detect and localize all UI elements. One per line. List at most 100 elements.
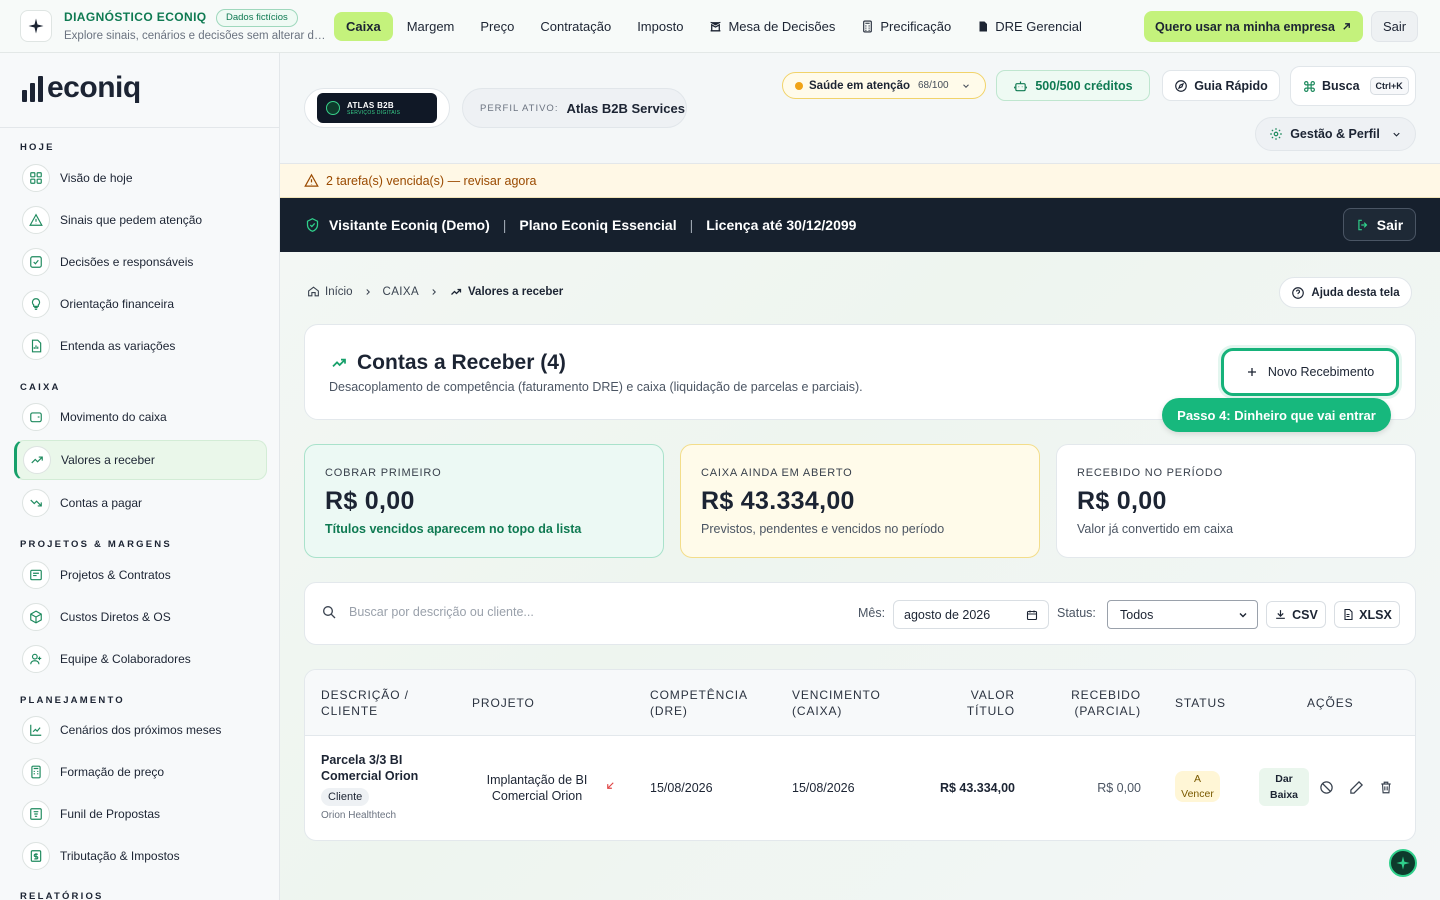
sidebar-item-equipe[interactable]: Equipe & Colaboradores <box>14 640 267 678</box>
license-date: Licença até 30/12/2099 <box>706 217 857 233</box>
sidebar-item-cenarios[interactable]: Cenários dos próximos meses <box>14 711 267 749</box>
export-csv-button[interactable]: CSV <box>1266 601 1326 628</box>
user-icon <box>22 645 50 673</box>
topnav-imposto[interactable]: Imposto <box>625 12 695 41</box>
help-label: Ajuda desta tela <box>1311 286 1400 299</box>
new-receivable-label: Novo Recebimento <box>1267 365 1375 379</box>
quick-guide-button[interactable]: Guia Rápido <box>1162 70 1280 101</box>
column-header-competence[interactable]: COMPETÊNCIA (DRE) <box>650 687 748 719</box>
sidebar-item-projetos-contratos[interactable]: Projetos & Contratos <box>14 556 267 594</box>
page-description: Desacoplamento de competência (faturamen… <box>329 380 863 394</box>
use-in-my-company-button[interactable]: Quero usar na minha empresa <box>1144 11 1363 42</box>
breadcrumb-home[interactable]: Início <box>307 285 353 298</box>
trend-down-icon <box>22 489 50 517</box>
sidebar-item-movimento-caixa[interactable]: Movimento do caixa <box>14 398 267 436</box>
status-select[interactable]: Todos <box>1107 600 1258 629</box>
banner-logout-button[interactable]: Sair <box>1343 208 1416 241</box>
trash-icon[interactable] <box>1377 778 1395 796</box>
topnav-mesa-de-decisoes[interactable]: Mesa de Decisões <box>697 12 847 41</box>
kpi-subtitle: Valor já convertido em caixa <box>1077 522 1234 536</box>
receivables-table: DESCRIÇÃO / CLIENTE PROJETO COMPETÊNCIA … <box>304 669 1416 841</box>
row-project[interactable]: Implantação de BI Comercial Orion <box>481 772 593 804</box>
trend-up-icon <box>449 286 463 298</box>
search-input[interactable]: Buscar por descrição ou cliente... <box>321 604 534 620</box>
sidebar-item-tributacao[interactable]: Tributação & Impostos <box>14 837 267 875</box>
topnav-label: Preço <box>480 19 515 34</box>
calculator-icon <box>22 758 50 786</box>
header-line: RECEBIDO <box>1071 688 1141 702</box>
search-placeholder: Buscar por descrição ou cliente... <box>349 605 534 619</box>
sidebar-item-decisoes[interactable]: Decisões e responsáveis <box>14 243 267 281</box>
xlsx-label: XLSX <box>1359 607 1392 622</box>
health-status-dropdown[interactable]: Saúde em atenção 68/100 <box>782 72 986 99</box>
overdue-text: 2 tarefa(s) vencida(s) — revisar agora <box>326 173 537 188</box>
search-label: Busca <box>1322 79 1360 93</box>
topnav-contratacao[interactable]: Contratação <box>528 12 623 41</box>
project-link-arrow-icon[interactable] <box>605 780 616 791</box>
management-profile-dropdown[interactable]: Gestão & Perfil <box>1255 117 1416 151</box>
kpi-card-open-cash: CAIXA AINDA EM ABERTO R$ 43.334,00 Previ… <box>680 444 1040 558</box>
shield-check-icon <box>305 217 320 233</box>
sidebar-item-custos-diretos[interactable]: Custos Diretos & OS <box>14 598 267 636</box>
topnav-precificacao[interactable]: Precificação <box>849 12 963 41</box>
topnav-caixa[interactable]: Caixa <box>334 12 393 41</box>
sidebar-item-valores-a-receber[interactable]: Valores a receber <box>14 440 267 480</box>
plan-name: Plano Econiq Essencial <box>519 217 677 233</box>
top-logout-button[interactable]: Sair <box>1371 11 1418 42</box>
divider <box>0 127 279 128</box>
company-logo: ATLAS B2B SERVIÇOS DIGITAIS <box>317 93 437 123</box>
topnav-label: Margem <box>406 19 455 34</box>
active-profile[interactable]: PERFIL ATIVO: Atlas B2B Services <box>462 88 687 128</box>
sidebar-item-formacao-preco[interactable]: Formação de preço <box>14 753 267 791</box>
header-line: CLIENTE <box>321 704 378 718</box>
cancel-icon[interactable] <box>1317 778 1335 796</box>
status-line: Vencer <box>1181 788 1214 800</box>
new-receivable-button[interactable]: Novo Recebimento <box>1221 348 1399 396</box>
sidebar-item-label: Valores a receber <box>61 453 155 467</box>
chevron-down-icon <box>961 81 971 91</box>
header-line: (PARCIAL) <box>1074 704 1141 718</box>
edit-pencil-icon[interactable] <box>1347 778 1365 796</box>
topnav-preco[interactable]: Preço <box>468 12 526 41</box>
arrow-up-right-icon <box>1341 21 1352 32</box>
onboarding-step-tooltip[interactable]: Passo 4: Dinheiro que vai entrar <box>1162 398 1391 432</box>
topnav-label: DRE Gerencial <box>995 19 1082 34</box>
settle-line: Dar <box>1275 773 1293 785</box>
breadcrumb-current-label: Valores a receber <box>468 285 564 298</box>
sidebar-item-funil-propostas[interactable]: Funil de Propostas <box>14 795 267 833</box>
lightbulb-icon <box>22 290 50 318</box>
header-line: COMPETÊNCIA <box>650 688 748 702</box>
column-header-value[interactable]: VALOR TÍTULO <box>955 687 1015 719</box>
sidebar-item-variacoes[interactable]: Entenda as variações <box>14 327 267 365</box>
topnav-dre-gerencial[interactable]: DRE Gerencial <box>965 12 1094 41</box>
column-header-due-date[interactable]: VENCIMENTO (CAIXA) <box>792 687 881 719</box>
settle-button[interactable]: Dar Baixa <box>1259 768 1309 806</box>
row-received: R$ 0,00 <box>1097 781 1141 795</box>
column-header-description[interactable]: DESCRIÇÃO / CLIENTE <box>321 687 409 719</box>
assistant-sparkle-icon[interactable] <box>1389 849 1417 877</box>
export-xlsx-button[interactable]: XLSX <box>1334 601 1400 628</box>
month-picker[interactable]: agosto de 2026 <box>893 600 1049 629</box>
main-header: ATLAS B2B SERVIÇOS DIGITAIS PERFIL ATIVO… <box>280 53 1440 164</box>
sidebar-item-sinais[interactable]: Sinais que pedem atenção <box>14 201 267 239</box>
brand-logo[interactable]: econiq <box>22 73 141 103</box>
company-selector[interactable]: ATLAS B2B SERVIÇOS DIGITAIS <box>304 88 450 128</box>
sidebar-item-label: Projetos & Contratos <box>60 568 171 582</box>
sidebar-item-orientacao[interactable]: Orientação financeira <box>14 285 267 323</box>
profile-value: Atlas B2B Services <box>566 100 685 116</box>
help-button[interactable]: Ajuda desta tela <box>1279 277 1412 308</box>
credits-button[interactable]: 500/500 créditos <box>996 70 1150 101</box>
column-header-project[interactable]: PROJETO <box>472 695 535 711</box>
status-dot-icon <box>795 81 803 90</box>
topnav-margem[interactable]: Margem <box>395 12 467 41</box>
demo-badge: Dados fictícios <box>216 9 298 27</box>
global-search-button[interactable]: Busca Ctrl+K <box>1290 66 1416 106</box>
sidebar-item-visao-de-hoje[interactable]: Visão de hoje <box>14 159 267 197</box>
sidebar-item-label: Orientação financeira <box>60 297 175 311</box>
column-header-received[interactable]: RECEBIDO (PARCIAL) <box>1045 687 1141 719</box>
column-header-status[interactable]: STATUS <box>1175 695 1226 711</box>
breadcrumb-section[interactable]: CAIXA <box>383 286 420 298</box>
overdue-tasks-alert[interactable]: 2 tarefa(s) vencida(s) — revisar agora <box>280 164 1440 198</box>
sidebar-item-contas-a-pagar[interactable]: Contas a pagar <box>14 484 267 522</box>
logout-label: Sair <box>1376 216 1404 233</box>
